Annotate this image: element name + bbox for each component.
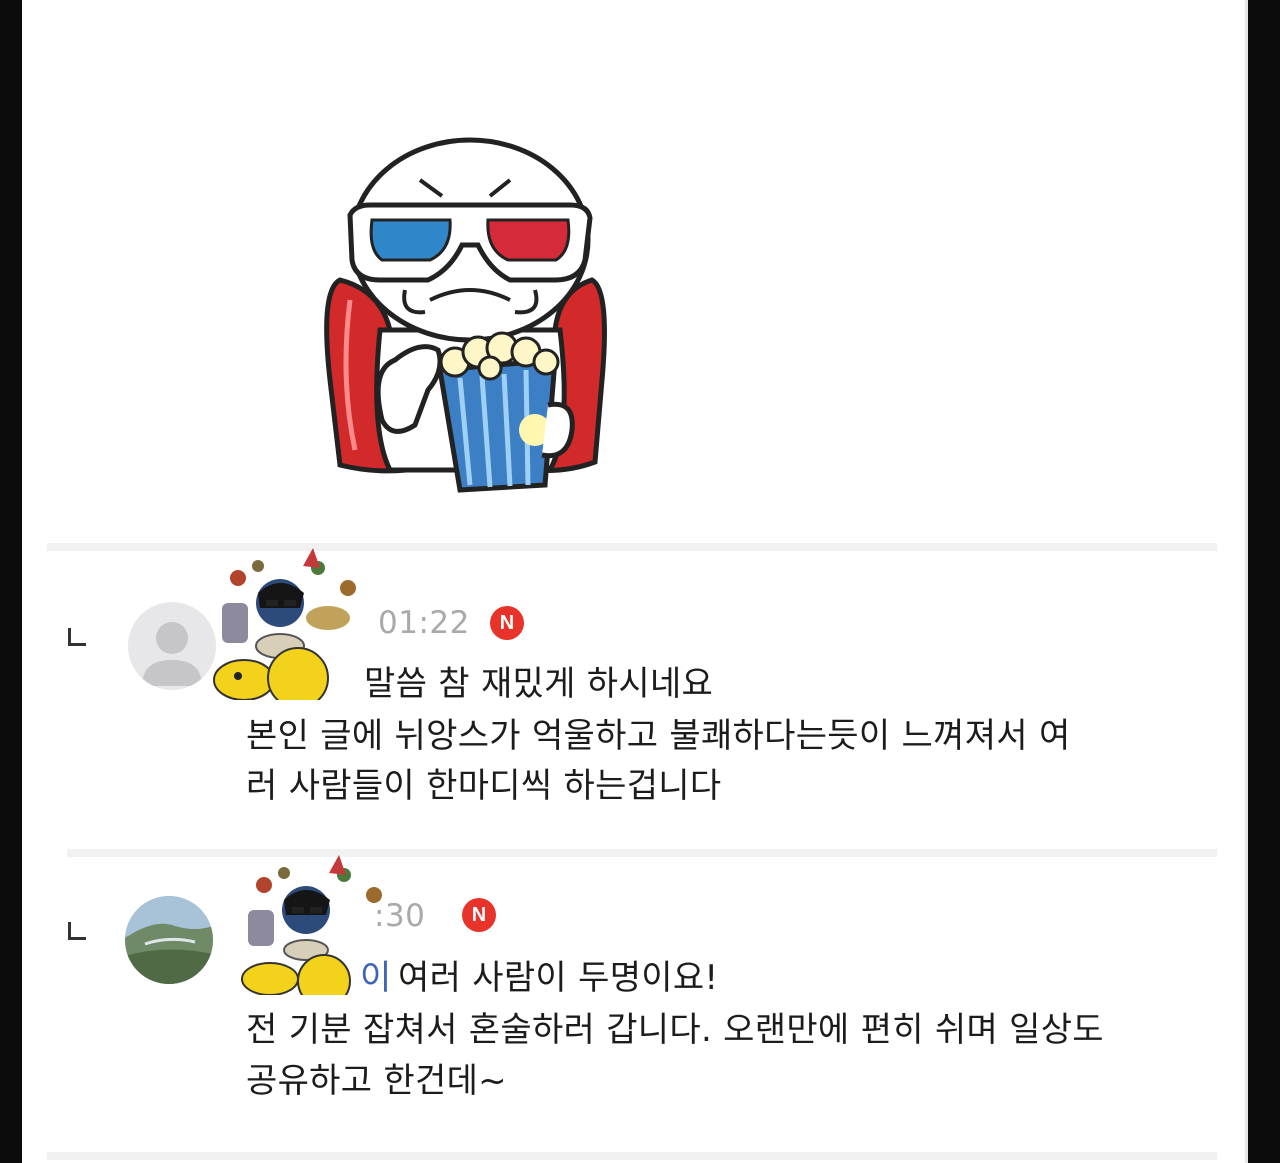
comment-text: 말씀 참 재밌게 하시네요 — [364, 664, 714, 704]
reply-arrow-icon — [68, 628, 86, 646]
comment-text: 공유하고 한건데~ — [246, 1061, 507, 1101]
landscape-avatar-photo[interactable] — [125, 896, 213, 984]
divider — [47, 1152, 1217, 1160]
screen-edge — [1245, 0, 1248, 1163]
comment-text: 러 사람들이 한마디씩 하는겁니다 — [246, 766, 722, 806]
comment-time: 01:22 — [378, 605, 470, 641]
new-badge: N — [490, 606, 524, 640]
comment-screen: 01:22 N 말씀 참 재밌게 하시네요 본인 글에 뉘앙스가 억울하고 불쾌… — [22, 0, 1248, 1163]
new-badge: N — [462, 898, 496, 932]
default-avatar-icon[interactable] — [128, 602, 216, 690]
comment-time: :30 — [374, 898, 426, 934]
comment-text: 여러 사람이 두명이요! — [398, 958, 719, 998]
mention-text[interactable]: 이 — [360, 950, 391, 999]
reply-arrow-icon — [68, 922, 86, 940]
comment-text: 본인 글에 뉘앙스가 억울하고 불쾌하다는듯이 느껴져서 여 — [246, 716, 1071, 756]
party-character-decoration-icon — [213, 548, 356, 700]
comment-text: 전 기분 잡쳐서 혼술하러 갑니다. 오랜만에 편히 쉬며 일상도 — [246, 1010, 1104, 1050]
popcorn-sticker-icon — [324, 137, 607, 493]
